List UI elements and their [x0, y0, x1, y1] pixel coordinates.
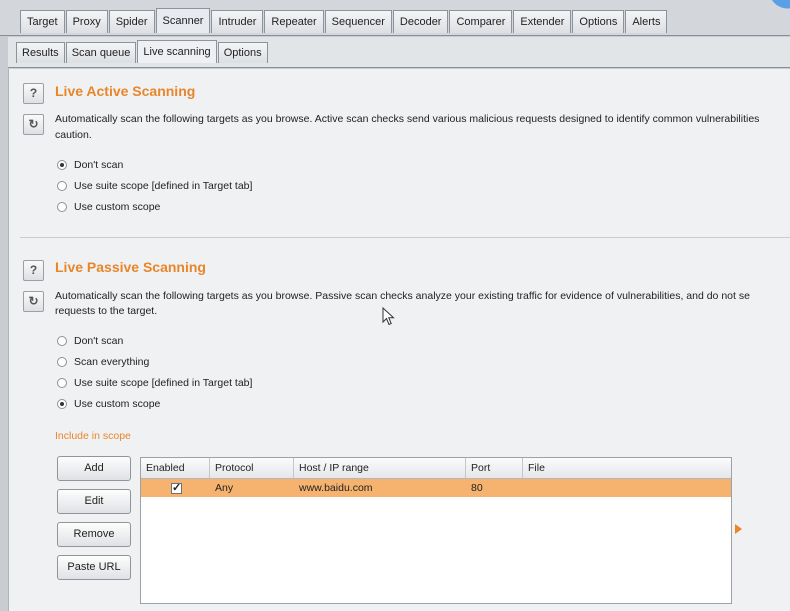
tab-options[interactable]: Options: [572, 10, 625, 33]
expand-arrow-icon[interactable]: [735, 524, 742, 534]
radio-label: Don't scan: [74, 335, 124, 347]
tab-extender[interactable]: Extender: [513, 10, 572, 33]
tab-spider[interactable]: Spider: [108, 10, 155, 33]
cell-file: [523, 479, 731, 497]
active-scanning-title: Live Active Scanning: [55, 83, 196, 99]
tab-repeater[interactable]: Repeater: [264, 10, 324, 33]
radio-label: Use suite scope [defined in Target tab]: [74, 377, 253, 389]
active-radio-dont-scan[interactable]: Don't scan: [57, 159, 123, 171]
remove-button[interactable]: Remove: [57, 522, 131, 547]
main-tab-bar: Target Proxy Spider Scanner Intruder Rep…: [0, 0, 790, 36]
tab-decoder[interactable]: Decoder: [392, 10, 449, 33]
radio-button[interactable]: [57, 378, 67, 388]
radio-button-selected[interactable]: [57, 399, 67, 409]
radio-button[interactable]: [57, 357, 67, 367]
radio-label: Don't scan: [74, 159, 124, 171]
passive-scanning-description: Automatically scan the following targets…: [55, 290, 750, 302]
table-header: Enabled Protocol Host / IP range Port Fi…: [141, 458, 731, 479]
column-header-enabled[interactable]: Enabled: [141, 458, 210, 478]
scanner-subtab-bar: Results Scan queue Live scanning Options: [8, 37, 790, 68]
scope-table[interactable]: Enabled Protocol Host / IP range Port Fi…: [140, 457, 732, 604]
active-radio-suite-scope[interactable]: Use suite scope [defined in Target tab]: [57, 180, 252, 192]
passive-scanning-description-line2: requests to the target.: [55, 305, 158, 317]
help-icon[interactable]: ?: [23, 83, 44, 104]
column-header-host[interactable]: Host / IP range: [294, 458, 466, 478]
cell-protocol: Any: [215, 482, 234, 494]
cell-port: 80: [471, 482, 483, 494]
active-radio-custom-scope[interactable]: Use custom scope: [57, 201, 160, 213]
tab-target[interactable]: Target: [20, 10, 65, 33]
cell-host: www.baidu.com: [299, 482, 373, 494]
column-header-protocol[interactable]: Protocol: [210, 458, 294, 478]
column-header-file[interactable]: File: [523, 458, 731, 478]
radio-button-selected[interactable]: [57, 160, 67, 170]
window-corner-decoration: [767, 0, 790, 13]
radio-button[interactable]: [57, 202, 67, 212]
edit-button[interactable]: Edit: [57, 489, 131, 514]
tab-alerts[interactable]: Alerts: [625, 10, 668, 33]
passive-scanning-title: Live Passive Scanning: [55, 259, 206, 275]
subtab-results[interactable]: Results: [16, 42, 65, 63]
add-button[interactable]: Add: [57, 456, 131, 481]
tab-proxy[interactable]: Proxy: [65, 10, 108, 33]
tab-sequencer[interactable]: Sequencer: [324, 10, 392, 33]
tab-comparer[interactable]: Comparer: [449, 10, 513, 33]
subtab-scan-queue[interactable]: Scan queue: [65, 42, 137, 63]
refresh-icon[interactable]: ↻: [23, 291, 44, 312]
mouse-cursor-icon: [382, 307, 395, 326]
radio-label: Use custom scope: [74, 398, 161, 410]
main-tabs: Target Proxy Spider Scanner Intruder Rep…: [20, 8, 668, 33]
radio-button[interactable]: [57, 181, 67, 191]
active-scanning-description-line2: caution.: [55, 129, 92, 141]
help-icon[interactable]: ?: [23, 260, 44, 281]
paste-url-button[interactable]: Paste URL: [57, 555, 131, 580]
passive-radio-suite-scope[interactable]: Use suite scope [defined in Target tab]: [57, 377, 252, 389]
refresh-icon[interactable]: ↻: [23, 114, 44, 135]
passive-radio-dont-scan[interactable]: Don't scan: [57, 335, 123, 347]
table-row[interactable]: Any www.baidu.com 80: [141, 479, 731, 497]
column-header-port[interactable]: Port: [466, 458, 523, 478]
section-divider: [20, 237, 790, 238]
radio-label: Use suite scope [defined in Target tab]: [74, 180, 253, 192]
active-scanning-description: Automatically scan the following targets…: [55, 113, 760, 125]
enabled-checkbox[interactable]: [171, 481, 182, 494]
radio-button[interactable]: [57, 336, 67, 346]
radio-label: Scan everything: [74, 356, 150, 368]
scanner-subtabs: Results Scan queue Live scanning Options: [16, 40, 269, 63]
passive-radio-scan-everything[interactable]: Scan everything: [57, 356, 149, 368]
passive-radio-custom-scope[interactable]: Use custom scope: [57, 398, 160, 410]
radio-label: Use custom scope: [74, 201, 161, 213]
include-in-scope-label: Include in scope: [55, 430, 131, 442]
tab-scanner[interactable]: Scanner: [155, 8, 211, 33]
subtab-options[interactable]: Options: [217, 42, 268, 63]
subtab-live-scanning[interactable]: Live scanning: [137, 40, 217, 63]
tab-intruder[interactable]: Intruder: [211, 10, 264, 33]
